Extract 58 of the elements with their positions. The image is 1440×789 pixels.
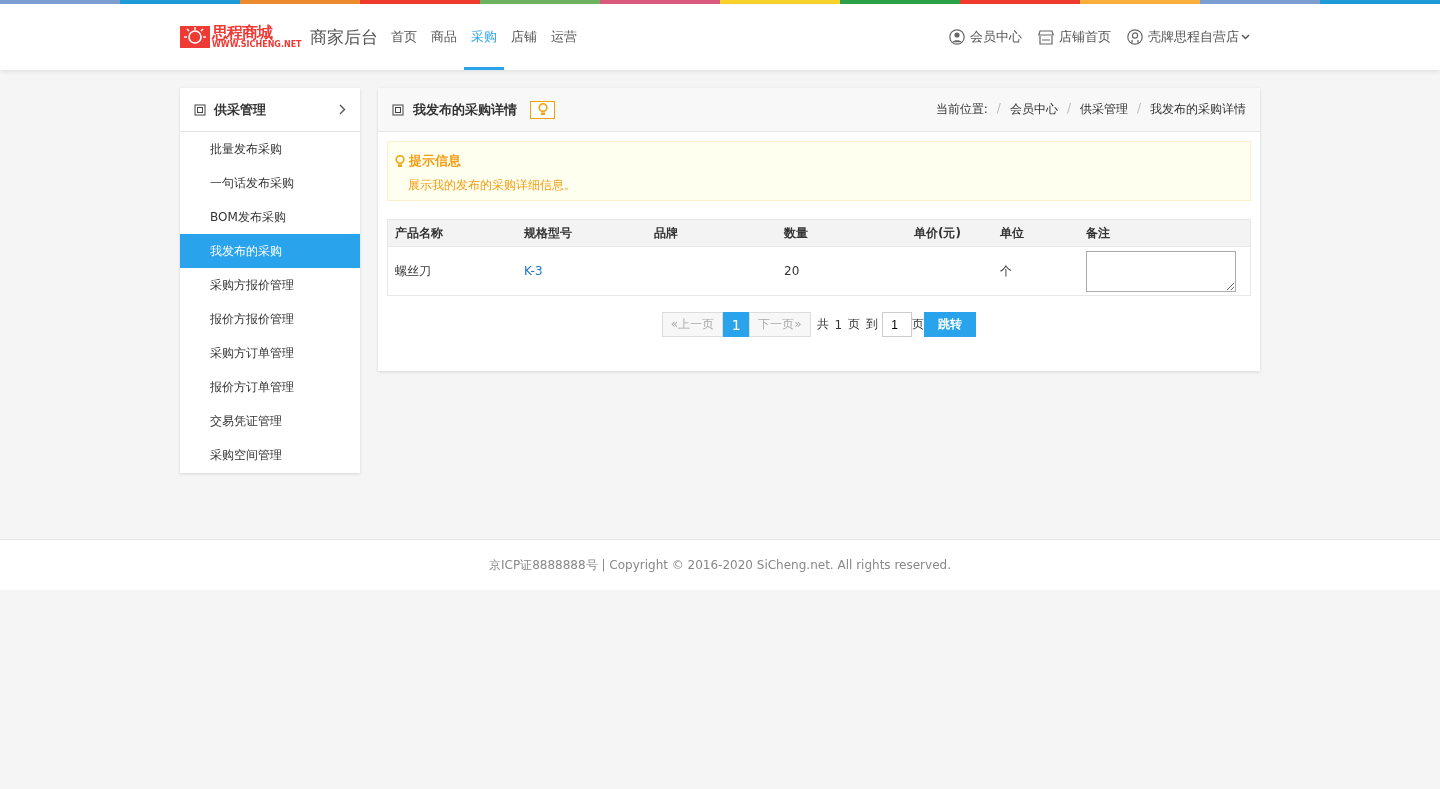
- sidebar-item[interactable]: 采购空间管理: [180, 438, 360, 472]
- logo-icon: [180, 24, 210, 50]
- user-icon: [1127, 29, 1143, 45]
- column-header: 单价(元): [907, 219, 993, 247]
- sidebar-item[interactable]: BOM发布采购: [180, 200, 360, 234]
- site-title: 商家后台: [309, 25, 378, 49]
- header-link[interactable]: 店铺首页: [1038, 28, 1111, 46]
- breadcrumb-link[interactable]: 供采管理: [1079, 101, 1128, 118]
- pagination-text: 页: [848, 316, 861, 333]
- table-cell: 螺丝刀: [387, 246, 517, 296]
- column-header: 品牌: [647, 219, 777, 247]
- breadcrumb-link[interactable]: 我发布的采购详情: [1150, 101, 1246, 118]
- lightbulb-icon: [537, 103, 548, 116]
- nav-tab[interactable]: 商品: [423, 4, 464, 70]
- store-icon: [1038, 29, 1054, 45]
- chevron-right-icon[interactable]: [339, 104, 346, 115]
- breadcrumb-separator: /: [1066, 101, 1071, 117]
- sidebar-item[interactable]: 报价方报价管理: [180, 302, 360, 336]
- sidebar-item[interactable]: 交易凭证管理: [180, 404, 360, 438]
- header-link[interactable]: 会员中心: [949, 28, 1022, 46]
- sidebar-item[interactable]: 报价方订单管理: [180, 370, 360, 404]
- page-input[interactable]: 1: [882, 312, 913, 337]
- sidebar-item[interactable]: 采购方报价管理: [180, 268, 360, 302]
- sidebar-item[interactable]: 一句话发布采购: [180, 166, 360, 200]
- breadcrumb-label: 当前位置:: [935, 101, 988, 118]
- nav-tab[interactable]: 首页: [383, 4, 424, 70]
- notice-title: 提示信息: [409, 152, 461, 170]
- breadcrumb-separator: /: [996, 101, 1001, 117]
- breadcrumb-link[interactable]: 会员中心: [1009, 101, 1058, 118]
- nav-tab[interactable]: 店铺: [503, 4, 544, 70]
- table-cell: 20: [777, 246, 907, 296]
- pagination-text: 到: [866, 316, 879, 333]
- header-link[interactable]: 壳牌思程自营店: [1127, 28, 1250, 46]
- footer-text: 京ICP证8888888号 | Copyright © 2016-2020 SiCheng.net. All rights reserved.: [489, 556, 951, 574]
- column-header: 产品名称: [387, 219, 517, 247]
- notice-text: 展示我的发布的采购详细信息。: [408, 177, 577, 194]
- sidebar-item[interactable]: 采购方订单管理: [180, 336, 360, 370]
- logo-text: 思程商城: [212, 25, 273, 41]
- tip-button[interactable]: [530, 100, 555, 119]
- column-header: 单位: [993, 219, 1079, 247]
- sidebar-item[interactable]: 批量发布采购: [180, 132, 360, 166]
- user-icon: [949, 29, 965, 45]
- panel-title: 我发布的采购详情: [413, 100, 517, 119]
- page-count: 1: [834, 317, 843, 332]
- column-header: 规格型号: [517, 219, 647, 247]
- nav-tab[interactable]: 运营: [543, 4, 584, 70]
- column-header: 备注: [1079, 219, 1251, 247]
- table-cell: 个: [993, 246, 1079, 296]
- remark-field[interactable]: [1086, 250, 1236, 292]
- table-cell: K-3: [517, 246, 647, 296]
- breadcrumb-separator: /: [1136, 101, 1141, 117]
- lightbulb-icon: [395, 154, 405, 168]
- sidebar-title: 供采管理: [214, 100, 266, 119]
- logo-url: WWW.SICHENG.NET: [212, 41, 302, 49]
- pagination-text: 页: [912, 316, 925, 333]
- pagination-text: 共: [816, 316, 829, 333]
- column-header: 数量: [777, 219, 907, 247]
- chevron-down-icon: [1241, 34, 1250, 40]
